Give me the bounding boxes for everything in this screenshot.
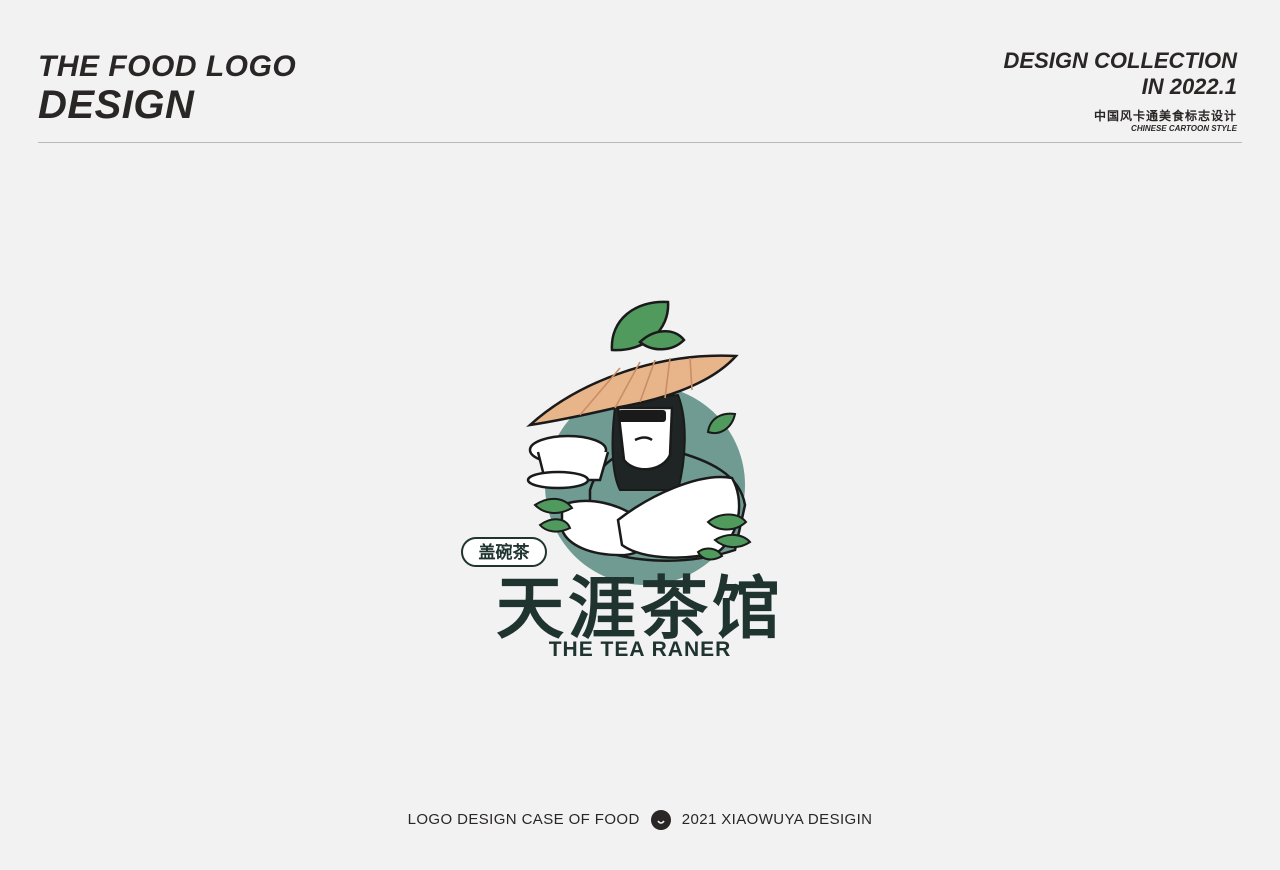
tea-house-logo: 盖碗茶 天涯茶馆 THE TEA RANER bbox=[440, 290, 840, 670]
footer: LOGO DESIGN CASE OF FOOD 2021 XIAOWUYA D… bbox=[0, 808, 1280, 830]
header-right: DESIGN COLLECTION IN 2022.1 中国风卡通美食标志设计 … bbox=[1004, 48, 1237, 134]
crow-head-icon bbox=[650, 808, 672, 830]
glasses bbox=[618, 410, 666, 422]
logo-name-en: THE TEA RANER bbox=[549, 638, 732, 661]
footer-left-text: LOGO DESIGN CASE OF FOOD bbox=[407, 810, 640, 828]
left-leaf2-icon bbox=[538, 518, 572, 533]
title-line1: THE FOOD LOGO bbox=[38, 50, 297, 83]
footer-right-text: 2021 XIAOWUYA DESIGIN bbox=[681, 810, 873, 828]
badge-text: 盖碗茶 bbox=[479, 542, 531, 563]
tea-man-illustration: 盖碗茶 天涯茶馆 THE TEA RANER bbox=[461, 300, 780, 661]
title-line2: DESIGN bbox=[38, 83, 195, 127]
subtitle-en: CHINESE CARTOON STYLE bbox=[1131, 124, 1237, 133]
subtitle-cn: 中国风卡通美食标志设计 bbox=[1093, 109, 1237, 123]
collection-line1: DESIGN COLLECTION bbox=[1003, 48, 1237, 73]
header-left: THE FOOD LOGO DESIGN bbox=[38, 50, 296, 126]
header-divider bbox=[38, 142, 1242, 143]
collection-line2: IN 2022.1 bbox=[1141, 74, 1237, 99]
bowl-saucer bbox=[526, 470, 590, 490]
